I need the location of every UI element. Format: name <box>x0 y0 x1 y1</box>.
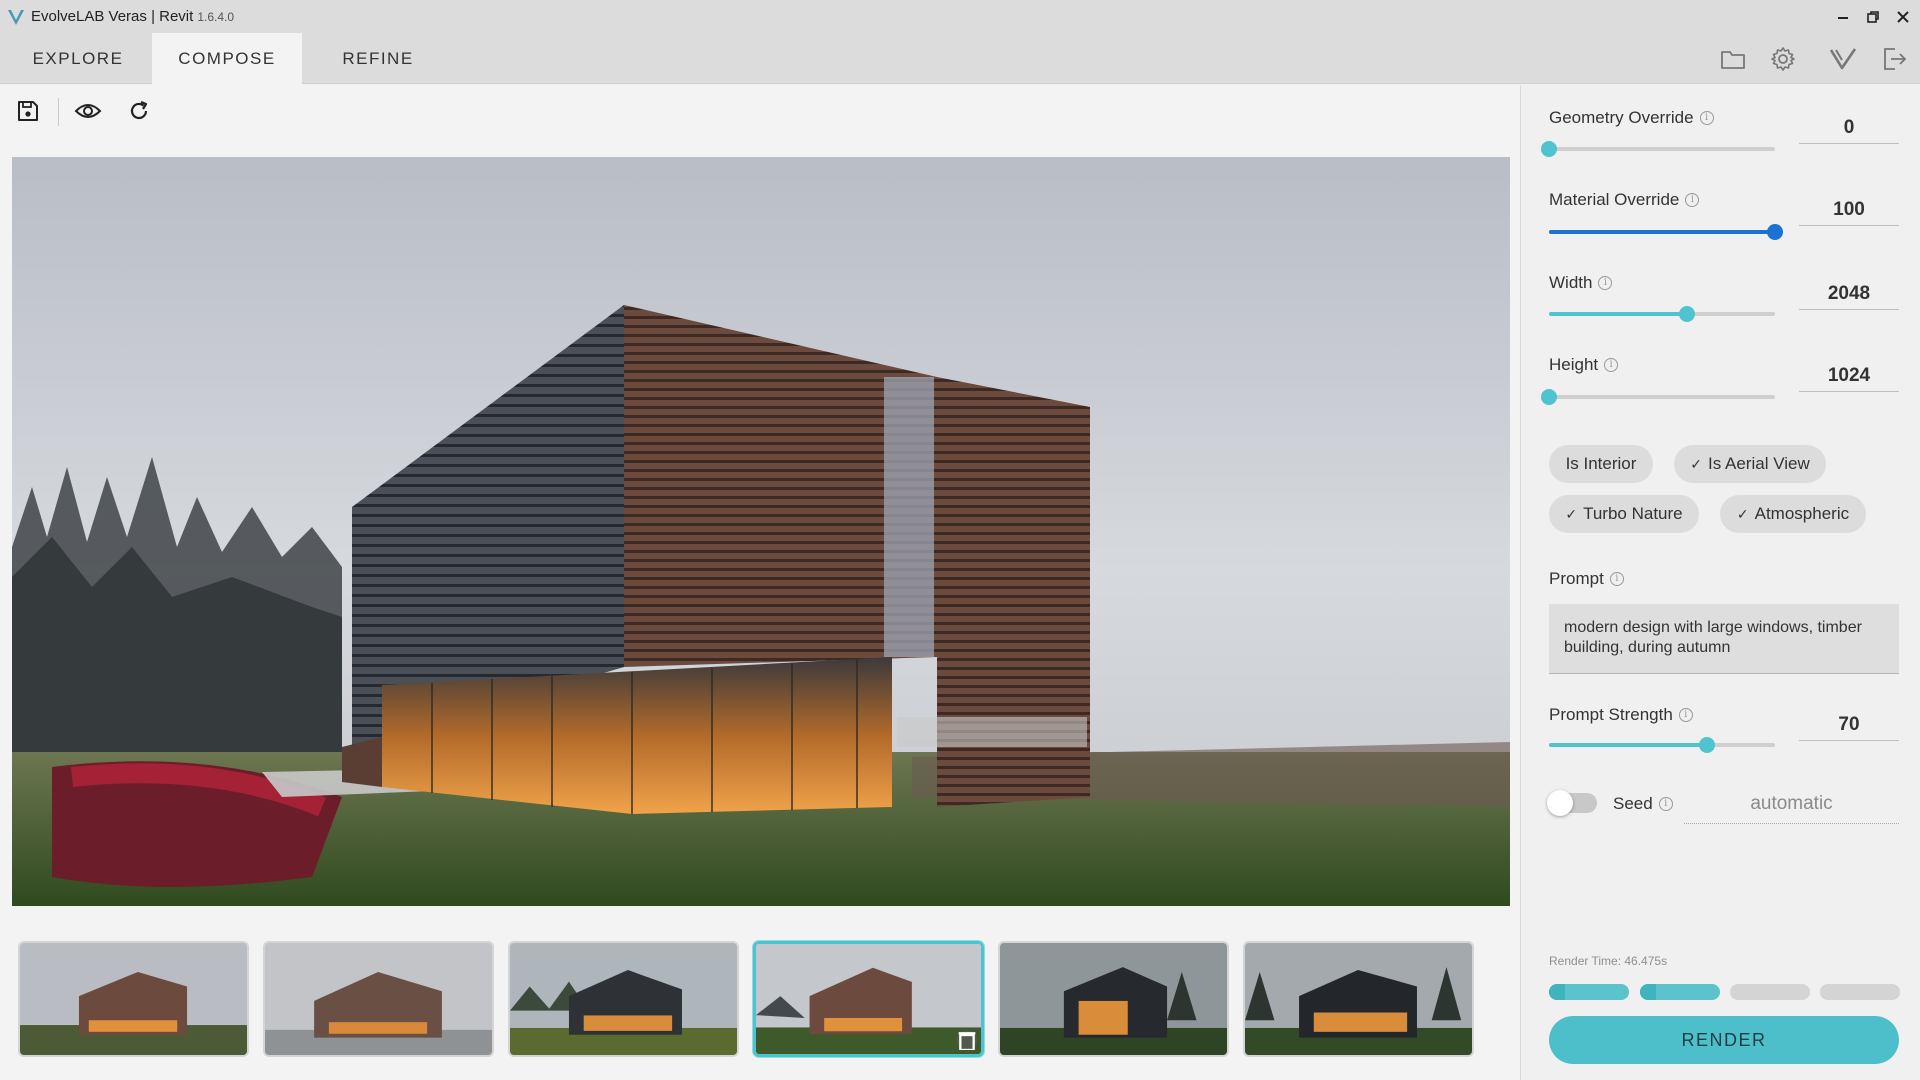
geometry-override-slider[interactable] <box>1541 141 1775 157</box>
material-override-slider[interactable] <box>1549 224 1783 240</box>
material-override-value[interactable]: 100 <box>1799 194 1899 226</box>
prompt-label: Prompt i <box>1549 569 1624 589</box>
width-slider[interactable] <box>1549 306 1775 322</box>
info-icon[interactable]: i <box>1685 193 1700 207</box>
info-icon[interactable]: i <box>1598 276 1613 290</box>
thumbnail-2[interactable] <box>263 941 494 1057</box>
prompt-strength-value[interactable]: 70 <box>1799 709 1899 741</box>
veras-logo-icon[interactable] <box>1829 45 1857 73</box>
seed-label: Seed i <box>1613 794 1673 814</box>
progress-segment-3 <box>1730 984 1810 1000</box>
geometry-override-value[interactable]: 0 <box>1799 112 1899 144</box>
logout-icon[interactable] <box>1880 45 1908 73</box>
toolbar-divider <box>58 98 59 126</box>
title-bar: EvolveLAB Veras | Revit 1.6.4.0 <box>0 0 1920 33</box>
checkmark-icon: ✓ <box>1690 455 1702 472</box>
prompt-strength-label: Prompt Strength i <box>1549 705 1693 725</box>
seed-toggle[interactable] <box>1547 790 1597 816</box>
tab-explore[interactable]: EXPLORE <box>14 33 142 84</box>
app-version: 1.6.4.0 <box>197 9 235 24</box>
refresh-icon[interactable] <box>124 96 154 126</box>
tab-compose[interactable]: COMPOSE <box>152 33 302 84</box>
tab-bar: EXPLORE COMPOSE REFINE <box>0 33 1920 84</box>
is-aerial-view-toggle[interactable]: ✓ Is Aerial View <box>1674 445 1826 483</box>
window-title: EvolveLAB Veras | Revit <box>31 8 194 25</box>
height-value[interactable]: 1024 <box>1799 360 1899 392</box>
close-icon[interactable] <box>1888 0 1918 33</box>
info-icon[interactable]: i <box>1658 797 1673 811</box>
progress-segment-4 <box>1820 984 1900 1000</box>
progress-segment-1 <box>1549 984 1629 1000</box>
height-slider[interactable] <box>1541 389 1775 405</box>
info-icon[interactable]: i <box>1609 572 1624 586</box>
info-icon[interactable]: i <box>1699 111 1714 125</box>
seed-input[interactable]: automatic <box>1684 790 1899 824</box>
tab-refine[interactable]: REFINE <box>312 33 444 84</box>
thumbnail-3[interactable] <box>508 941 739 1057</box>
gear-icon[interactable] <box>1769 45 1797 73</box>
info-icon[interactable]: i <box>1678 708 1693 722</box>
width-value[interactable]: 2048 <box>1799 278 1899 310</box>
thumbnail-6[interactable] <box>1243 941 1474 1057</box>
prompt-input[interactable]: modern design with large windows, timber… <box>1549 604 1899 674</box>
save-icon[interactable] <box>13 96 43 126</box>
geometry-override-label: Geometry Override i <box>1549 108 1714 128</box>
delete-thumbnail-icon[interactable] <box>957 1030 977 1050</box>
thumbnail-1[interactable] <box>18 941 249 1057</box>
info-icon[interactable]: i <box>1604 358 1619 372</box>
folder-icon[interactable] <box>1719 45 1747 73</box>
prompt-strength-slider[interactable] <box>1549 737 1775 753</box>
checkmark-icon: ✓ <box>1736 505 1749 522</box>
material-override-label: Material Override i <box>1549 190 1700 210</box>
minimize-icon[interactable] <box>1828 0 1858 33</box>
progress-segment-2 <box>1640 984 1720 1000</box>
render-time-text: Render Time: 46.475s <box>1549 954 1668 968</box>
turbo-nature-toggle[interactable]: ✓ Turbo Nature <box>1549 495 1699 533</box>
thumbnail-5[interactable] <box>998 941 1229 1057</box>
checkmark-icon: ✓ <box>1565 505 1578 522</box>
height-label: Height i <box>1549 355 1619 375</box>
thumbnail-4[interactable] <box>753 941 984 1057</box>
atmospheric-toggle[interactable]: ✓ Atmospheric <box>1720 495 1866 533</box>
restore-icon[interactable] <box>1858 0 1888 33</box>
eye-icon[interactable] <box>73 96 103 126</box>
width-label: Width i <box>1549 273 1613 293</box>
render-button[interactable]: RENDER <box>1549 1016 1899 1064</box>
render-preview-image <box>12 157 1510 906</box>
is-interior-toggle[interactable]: Is Interior <box>1549 445 1653 483</box>
veras-app-logo-icon <box>8 9 24 25</box>
